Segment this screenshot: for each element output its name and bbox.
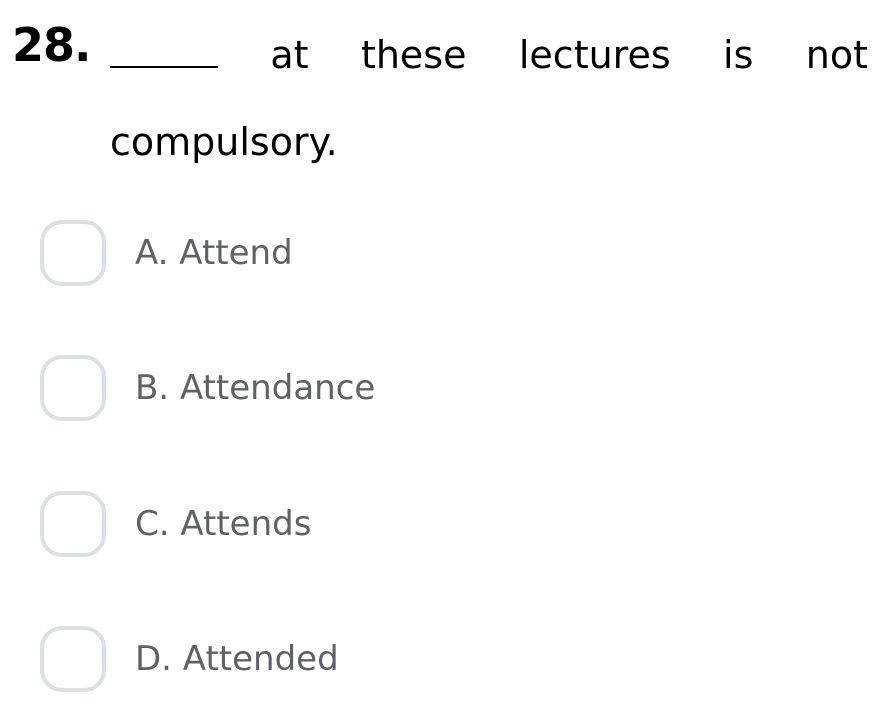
checkbox-icon[interactable] xyxy=(40,220,106,286)
question-line-2: compulsory. xyxy=(110,120,338,164)
question-word: at xyxy=(270,33,309,77)
option-label: A. Attend xyxy=(135,233,293,273)
option-b[interactable]: B. Attendance xyxy=(40,355,375,421)
option-label: C. Attends xyxy=(135,504,312,544)
question-line-1: at these lectures is not xyxy=(110,30,868,77)
question-number: 28. xyxy=(12,18,91,72)
option-label: D. Attended xyxy=(135,639,339,679)
checkbox-icon[interactable] xyxy=(40,626,106,692)
option-d[interactable]: D. Attended xyxy=(40,626,339,692)
question-word: these xyxy=(360,33,467,77)
question-word: is xyxy=(723,33,754,77)
answer-blank xyxy=(110,30,218,68)
checkbox-icon[interactable] xyxy=(40,491,106,557)
option-c[interactable]: C. Attends xyxy=(40,491,311,557)
question-word: not xyxy=(805,33,868,77)
option-a[interactable]: A. Attend xyxy=(40,220,293,286)
option-label: B. Attendance xyxy=(135,368,376,408)
question-word: lectures xyxy=(518,33,671,77)
checkbox-icon[interactable] xyxy=(40,355,106,421)
